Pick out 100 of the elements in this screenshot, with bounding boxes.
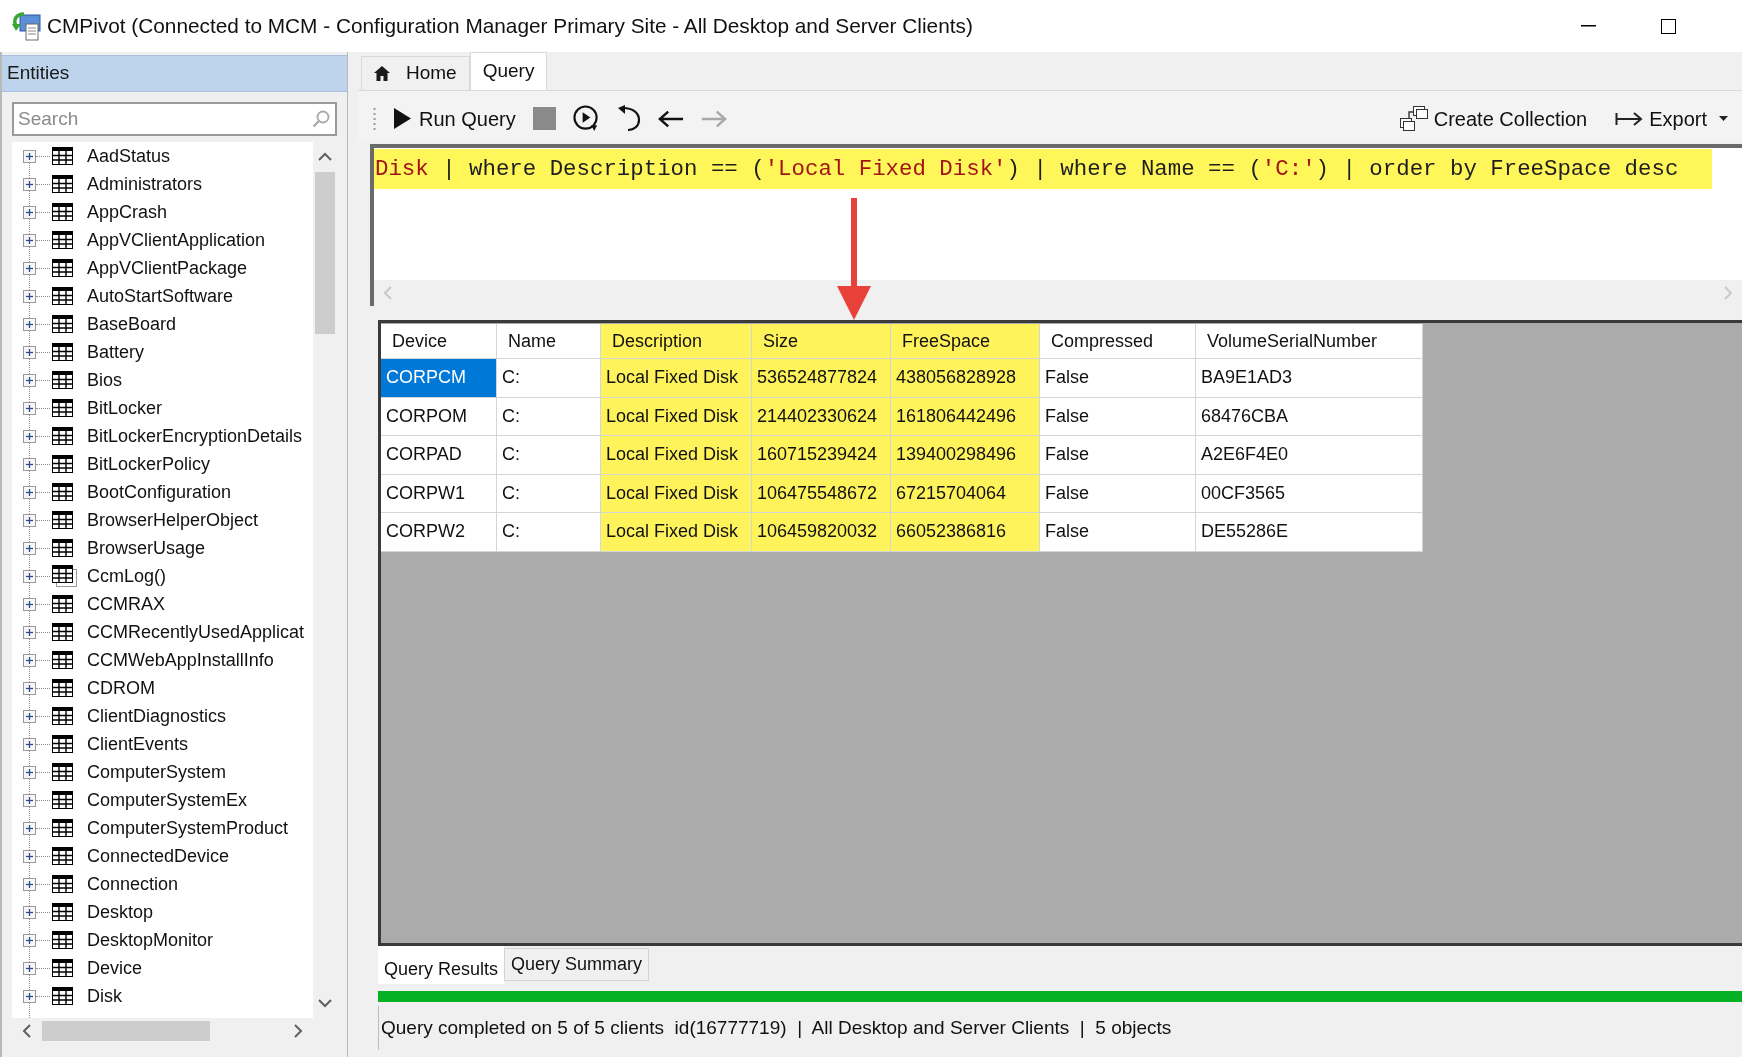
search-field[interactable]: Search bbox=[12, 102, 337, 136]
expand-icon[interactable] bbox=[23, 737, 36, 751]
table-cell[interactable]: Local Fixed Disk bbox=[601, 513, 752, 552]
table-cell[interactable]: DE55286E bbox=[1196, 513, 1423, 552]
entity-label[interactable]: AppVClientPackage bbox=[87, 254, 248, 282]
expand-icon[interactable] bbox=[23, 625, 36, 639]
entity-label[interactable]: Connection bbox=[87, 870, 179, 898]
entity-label[interactable]: Disk bbox=[87, 982, 122, 1010]
entity-label[interactable]: ClientDiagnostics bbox=[87, 702, 227, 730]
entity-label[interactable]: ClientEvents bbox=[87, 730, 189, 758]
expand-icon[interactable] bbox=[23, 877, 36, 891]
expand-icon[interactable] bbox=[23, 177, 36, 191]
entity-label[interactable]: CCMRecentlyUsedApplicat bbox=[87, 618, 305, 646]
entity-label[interactable]: AppCrash bbox=[87, 198, 168, 226]
expand-icon[interactable] bbox=[23, 569, 36, 583]
expand-icon[interactable] bbox=[23, 849, 36, 863]
column-header[interactable]: Name bbox=[497, 324, 601, 359]
entity-label[interactable]: CcmLog() bbox=[87, 562, 166, 590]
entity-label[interactable]: CCMRAX bbox=[87, 590, 165, 618]
entity-label[interactable]: BitLockerEncryptionDetails bbox=[87, 422, 303, 450]
table-cell[interactable]: C: bbox=[497, 397, 601, 436]
table-cell[interactable]: CORPCM bbox=[381, 359, 497, 398]
chevron-up-icon[interactable] bbox=[318, 152, 332, 162]
entity-label[interactable]: BrowserUsage bbox=[87, 534, 206, 562]
table-cell[interactable]: 161806442496 bbox=[891, 397, 1040, 436]
table-cell[interactable]: 438056828928 bbox=[891, 359, 1040, 398]
expand-icon[interactable] bbox=[23, 149, 36, 163]
expand-icon[interactable] bbox=[23, 793, 36, 807]
expand-icon[interactable] bbox=[23, 345, 36, 359]
expand-icon[interactable] bbox=[23, 821, 36, 835]
entity-label[interactable]: BootConfiguration bbox=[87, 478, 232, 506]
entity-label[interactable]: AutoStartSoftware bbox=[87, 282, 234, 310]
entity-label[interactable]: CDROM bbox=[87, 674, 155, 702]
table-cell[interactable]: C: bbox=[497, 436, 601, 475]
table-cell[interactable]: False bbox=[1040, 397, 1196, 436]
table-cell[interactable]: False bbox=[1040, 513, 1196, 552]
table-cell[interactable]: C: bbox=[497, 474, 601, 513]
table-cell[interactable]: 106475548672 bbox=[752, 474, 891, 513]
entity-label[interactable]: BitLocker bbox=[87, 394, 163, 422]
entity-label[interactable]: BaseBoard bbox=[87, 310, 177, 338]
entity-label[interactable]: DesktopMonitor bbox=[87, 926, 214, 954]
table-cell[interactable]: False bbox=[1040, 474, 1196, 513]
entity-label[interactable]: ComputerSystemProduct bbox=[87, 814, 289, 842]
table-cell[interactable]: BA9E1AD3 bbox=[1196, 359, 1423, 398]
expand-icon[interactable] bbox=[23, 541, 36, 555]
table-cell[interactable]: 00CF3565 bbox=[1196, 474, 1423, 513]
scrollbar-thumb[interactable] bbox=[42, 1021, 210, 1041]
expand-icon[interactable] bbox=[23, 653, 36, 667]
table-cell[interactable]: CORPOM bbox=[381, 397, 497, 436]
expand-icon[interactable] bbox=[23, 765, 36, 779]
column-header[interactable]: VolumeSerialNumber bbox=[1196, 324, 1423, 359]
table-cell[interactable]: C: bbox=[497, 359, 601, 398]
table-cell[interactable]: Local Fixed Disk bbox=[601, 436, 752, 475]
table-cell[interactable]: 536524877824 bbox=[752, 359, 891, 398]
table-cell[interactable]: 67215704064 bbox=[891, 474, 1040, 513]
query-editor[interactable]: Disk | where Description == ('Local Fixed Disk') | where Name == ('C:') | order by FreeSpace desc bbox=[370, 144, 1742, 306]
expand-icon[interactable] bbox=[23, 905, 36, 919]
chevron-left-icon[interactable] bbox=[22, 1024, 32, 1038]
table-cell[interactable]: A2E6F4E0 bbox=[1196, 436, 1423, 475]
table-cell[interactable]: 66052386816 bbox=[891, 513, 1040, 552]
column-header[interactable]: Compressed bbox=[1040, 324, 1196, 359]
expand-icon[interactable] bbox=[23, 961, 36, 975]
entity-label[interactable]: ConnectedDevice bbox=[87, 842, 230, 870]
expand-icon[interactable] bbox=[23, 233, 36, 247]
entity-label[interactable]: AadStatus bbox=[87, 142, 171, 170]
expand-icon[interactable] bbox=[23, 681, 36, 695]
table-cell[interactable]: CORPAD bbox=[381, 436, 497, 475]
entity-label[interactable]: BrowserHelperObject bbox=[87, 506, 259, 534]
table-cell[interactable]: Local Fixed Disk bbox=[601, 397, 752, 436]
expand-icon[interactable] bbox=[23, 513, 36, 527]
entity-label[interactable]: Desktop bbox=[87, 898, 154, 926]
scrollbar-thumb[interactable] bbox=[315, 172, 335, 334]
column-header[interactable]: Size bbox=[752, 324, 891, 359]
table-cell[interactable]: C: bbox=[497, 513, 601, 552]
entity-label[interactable]: Bios bbox=[87, 366, 122, 394]
table-cell[interactable]: CORPW1 bbox=[381, 474, 497, 513]
tab[interactable]: Query Summary bbox=[504, 948, 650, 981]
table-cell[interactable]: 214402330624 bbox=[752, 397, 891, 436]
table-cell[interactable]: Local Fixed Disk bbox=[601, 359, 752, 398]
create-collection-button[interactable]: Create Collection bbox=[1397, 100, 1590, 137]
expand-icon[interactable] bbox=[23, 709, 36, 723]
entity-label[interactable]: CCMWebAppInstallInfo bbox=[87, 646, 274, 674]
expand-icon[interactable] bbox=[23, 597, 36, 611]
entity-label[interactable]: AppVClientApplication bbox=[87, 226, 266, 254]
entity-label[interactable]: Battery bbox=[87, 338, 145, 366]
tab[interactable]: Home bbox=[361, 56, 470, 90]
tab[interactable]: Query Results bbox=[378, 946, 505, 984]
table-cell[interactable]: CORPW2 bbox=[381, 513, 497, 552]
chevron-down-icon[interactable] bbox=[318, 998, 332, 1008]
expand-icon[interactable] bbox=[23, 989, 36, 1003]
expand-icon[interactable] bbox=[23, 429, 36, 443]
entity-label[interactable]: Device bbox=[87, 954, 143, 982]
run-query-button[interactable]: Run Query bbox=[392, 100, 518, 137]
expand-icon[interactable] bbox=[23, 457, 36, 471]
expand-icon[interactable] bbox=[23, 485, 36, 499]
entity-label[interactable]: BitLockerPolicy bbox=[87, 450, 211, 478]
expand-icon[interactable] bbox=[23, 373, 36, 387]
column-header[interactable]: Device bbox=[381, 324, 497, 359]
entity-label[interactable]: Administrators bbox=[87, 170, 203, 198]
expand-icon[interactable] bbox=[23, 261, 36, 275]
